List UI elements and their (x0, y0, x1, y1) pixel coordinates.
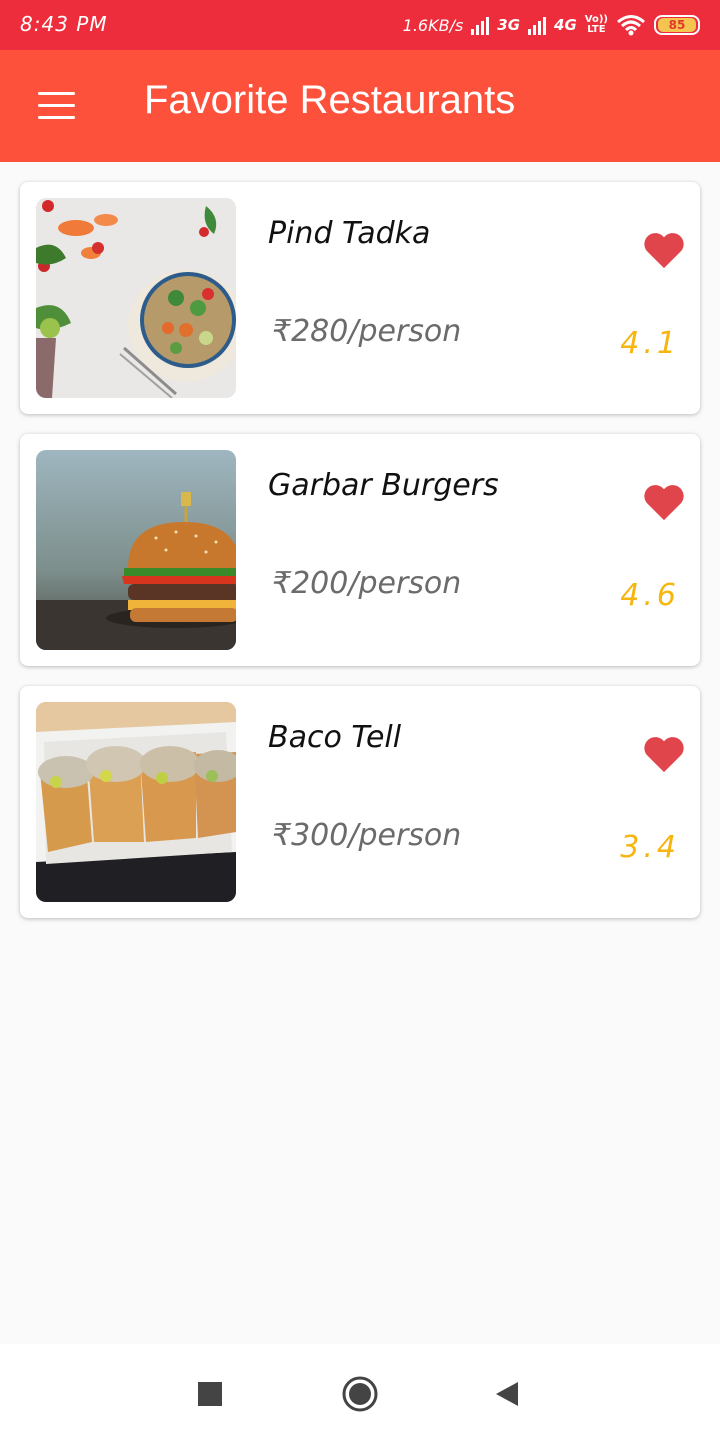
restaurant-name: Pind Tadka (268, 216, 431, 251)
page-title: Favorite Restaurants (144, 78, 516, 122)
restaurant-card[interactable]: Garbar Burgers ₹200/person 4.6 (20, 434, 700, 666)
signal-icon (528, 15, 547, 35)
status-time: 8:43 PM (20, 12, 108, 36)
salad-bowl-image (36, 198, 236, 398)
battery-level: 85 (658, 18, 696, 32)
system-nav-bar (0, 1344, 720, 1440)
restaurant-image-tacos (36, 702, 236, 902)
restaurant-list: Pind Tadka ₹280/person 4.1 Garbar Burger… (20, 182, 700, 938)
restaurant-image-burger (36, 450, 236, 650)
restaurant-name: Baco Tell (268, 720, 402, 755)
network-speed: 1.6KB/s (402, 15, 464, 35)
wifi-icon (617, 15, 645, 36)
restaurant-image-salad (36, 198, 236, 398)
volte-bottom: LTE (587, 24, 606, 35)
restaurant-price: ₹200/person (272, 566, 462, 601)
restaurant-rating: 4.1 (620, 326, 680, 361)
tacos-image (36, 702, 236, 902)
restaurant-price: ₹280/person (272, 314, 462, 349)
restaurant-card[interactable]: Baco Tell ₹300/person 3.4 (20, 686, 700, 918)
restaurant-rating: 4.6 (620, 578, 680, 613)
circle-home-icon[interactable] (340, 1374, 380, 1414)
volte-indicator: Vo)) LTE (585, 15, 608, 35)
restaurant-card[interactable]: Pind Tadka ₹280/person 4.1 (20, 182, 700, 414)
app-bar: Favorite Restaurants (0, 50, 720, 162)
signal-icon (471, 15, 490, 35)
hamburger-menu-icon[interactable] (28, 84, 84, 128)
restaurant-name: Garbar Burgers (268, 468, 499, 503)
square-recents-icon[interactable] (190, 1374, 230, 1414)
status-bar: 8:43 PM 1.6KB/s 3G 4G Vo)) LTE 85 (0, 0, 720, 50)
restaurant-price: ₹300/person (272, 818, 462, 853)
status-icons: 1.6KB/s 3G 4G Vo)) LTE 85 (403, 10, 700, 40)
restaurant-rating: 3.4 (620, 830, 680, 865)
battery-icon: 85 (654, 15, 700, 35)
network-type-1: 3G (497, 16, 521, 34)
favorite-heart-icon[interactable] (642, 482, 686, 522)
network-type-2: 4G (554, 16, 577, 34)
triangle-back-icon[interactable] (488, 1374, 528, 1414)
burger-image (36, 450, 236, 650)
favorite-heart-icon[interactable] (642, 734, 686, 774)
favorite-heart-icon[interactable] (642, 230, 686, 270)
